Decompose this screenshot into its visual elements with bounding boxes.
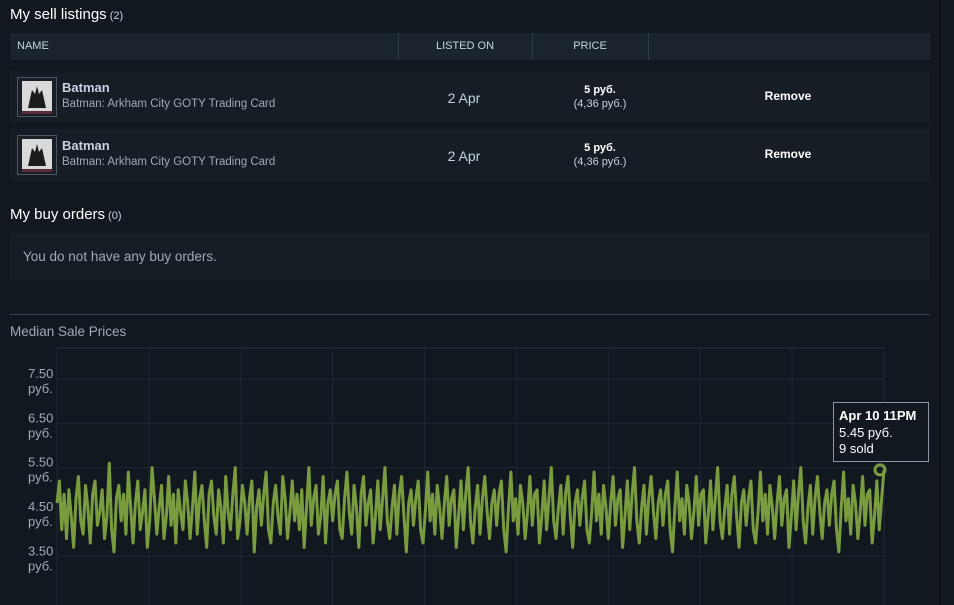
tooltip-sold: 9 sold — [839, 441, 874, 456]
highlight-point — [873, 463, 887, 477]
item-name-link[interactable]: Batman — [62, 138, 110, 153]
chart-series — [55, 461, 887, 554]
buy-orders-count: (0) — [108, 210, 122, 222]
buy-orders-empty-message: You do not have any buy orders. — [23, 249, 217, 264]
y-tick-label: 5.50 — [28, 455, 53, 470]
listed-on-date: 2 Apr — [447, 148, 481, 164]
item-thumbnail[interactable] — [17, 135, 57, 175]
y-axis-ticks: 7.50руб.6.50руб.5.50руб.4.50руб.3.50руб. — [28, 366, 53, 573]
y-tick-unit: руб. — [28, 514, 53, 529]
buy-orders-title: My buy orders — [10, 206, 106, 223]
y-tick-unit: руб. — [28, 470, 53, 485]
median-sale-price-chart[interactable]: 7.50руб.6.50руб.5.50руб.4.50руб.3.50руб. — [0, 340, 954, 605]
chart-title: Median Sale Prices — [10, 324, 127, 339]
sell-listings-heading: My sell listings (2) — [10, 6, 123, 23]
y-tick-unit: руб. — [28, 425, 53, 440]
listed-on-date: 2 Apr — [447, 90, 481, 106]
remove-button[interactable]: Remove — [750, 147, 826, 161]
y-tick-label: 6.50 — [28, 410, 53, 425]
sell-listings-table-header: NAME LISTED ON PRICE — [10, 33, 930, 60]
y-tick-label: 3.50 — [28, 543, 53, 558]
chart-tooltip: Apr 10 11PM 5.45 руб. 9 sold — [833, 402, 929, 462]
tooltip-price: 5.45 руб. — [839, 425, 893, 440]
item-name-link[interactable]: Batman — [62, 80, 110, 95]
column-header-name: NAME — [17, 40, 49, 52]
item-game-name: Batman: Arkham City GOTY Trading Card — [62, 156, 276, 168]
y-tick-unit: руб. — [28, 381, 53, 396]
remove-button[interactable]: Remove — [750, 89, 826, 103]
column-header-price: PRICE — [573, 40, 607, 52]
listing-price: 5 руб. — [584, 142, 616, 154]
listing-price-after-fee: (4,36 руб.) — [573, 98, 627, 110]
price-series-line — [55, 461, 886, 554]
batman-card-image — [18, 136, 56, 174]
y-tick-label: 7.50 — [28, 366, 53, 381]
y-tick-label: 4.50 — [28, 499, 53, 514]
listing-price-after-fee: (4,36 руб.) — [573, 156, 627, 168]
sell-listings-count: (2) — [109, 10, 124, 22]
column-separator — [648, 33, 649, 60]
buy-orders-heading: My buy orders (0) — [10, 206, 122, 223]
section-divider — [10, 314, 930, 315]
batman-card-image — [18, 78, 56, 116]
sell-listings-title: My sell listings — [10, 6, 107, 23]
column-header-listed-on: LISTED ON — [435, 40, 495, 52]
listing-price: 5 руб. — [584, 84, 616, 96]
buy-orders-empty-box: You do not have any buy orders. — [10, 233, 930, 280]
item-thumbnail[interactable] — [17, 77, 57, 117]
listing-row: Batman Batman: Arkham City GOTY Trading … — [10, 71, 930, 123]
listing-row: Batman Batman: Arkham City GOTY Trading … — [10, 129, 930, 181]
y-tick-unit: руб. — [28, 558, 53, 573]
tooltip-date: Apr 10 11PM — [839, 408, 917, 423]
item-game-name: Batman: Arkham City GOTY Trading Card — [62, 98, 276, 110]
